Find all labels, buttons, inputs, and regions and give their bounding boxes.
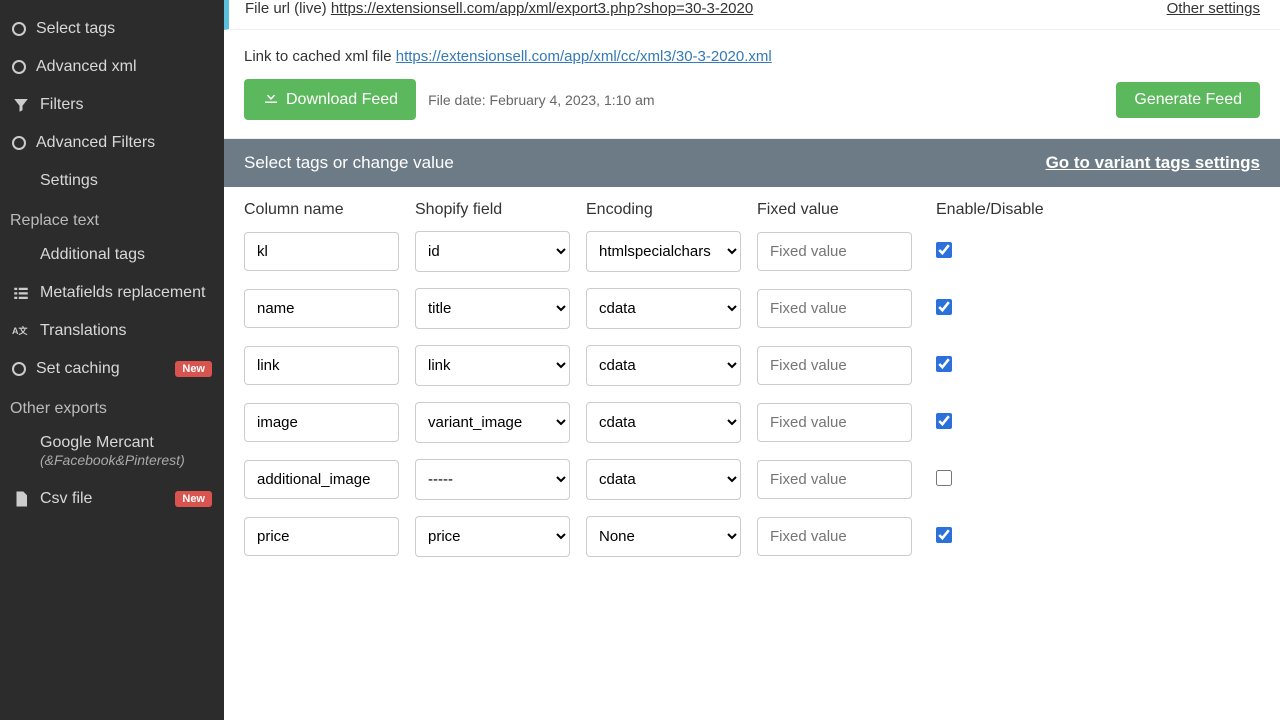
sidebar-item-label: Metafields replacement (40, 284, 205, 302)
fixed-value-input[interactable] (757, 232, 912, 271)
encoding-select[interactable]: cdata (586, 288, 741, 329)
sidebar-item-google-merchant[interactable]: Google Mercant (&Facebook&Pinterest) (0, 424, 224, 480)
svg-text:A文: A文 (12, 325, 28, 336)
col-header-fixed-value: Fixed value (757, 201, 912, 219)
column-name-input[interactable] (244, 346, 399, 385)
file-icon (12, 490, 30, 508)
actions-row: Download Feed File date: February 4, 202… (244, 79, 1260, 120)
table-head-row: Column name Shopify field Encoding Fixed… (244, 201, 1260, 219)
download-label: Download Feed (286, 91, 398, 109)
download-feed-button[interactable]: Download Feed (244, 79, 416, 120)
shopify-field-select[interactable]: id (415, 231, 570, 272)
sidebar-item-label: Filters (40, 96, 84, 114)
shopify-field-select[interactable]: title (415, 288, 570, 329)
sidebar-item-csv-file[interactable]: Csv file New (0, 480, 224, 518)
enable-checkbox[interactable] (936, 356, 952, 372)
table-row: title cdata (244, 288, 1260, 329)
encoding-select[interactable]: cdata (586, 402, 741, 443)
blank-icon (12, 434, 30, 452)
encoding-select[interactable]: cdata (586, 345, 741, 386)
col-header-encoding: Encoding (586, 201, 741, 219)
sidebar-item-translations[interactable]: A文 Translations (0, 312, 224, 350)
enable-checkbox[interactable] (936, 413, 952, 429)
enable-checkbox[interactable] (936, 242, 952, 258)
cached-section: Link to cached xml file https://extensio… (224, 30, 1280, 139)
sidebar-item-select-tags[interactable]: Select tags (0, 10, 224, 48)
sidebar-item-additional-tags[interactable]: Additional tags (0, 236, 224, 274)
file-url-link[interactable]: https://extensionsell.com/app/xml/export… (331, 0, 753, 17)
col-header-shopify-field: Shopify field (415, 201, 570, 219)
table-row: ----- cdata (244, 459, 1260, 500)
sidebar-item-label: Csv file (40, 490, 92, 508)
enable-checkbox[interactable] (936, 470, 952, 486)
fixed-value-input[interactable] (757, 460, 912, 499)
sidebar-item-advanced-xml[interactable]: Advanced xml (0, 48, 224, 86)
column-name-input[interactable] (244, 289, 399, 328)
filter-icon (12, 96, 30, 114)
new-badge: New (175, 361, 212, 377)
column-name-input[interactable] (244, 517, 399, 556)
sidebar-item-label: Additional tags (40, 246, 145, 264)
fixed-value-input[interactable] (757, 517, 912, 556)
shopify-field-select[interactable]: ----- (415, 459, 570, 500)
column-name-input[interactable] (244, 460, 399, 499)
table-row: id htmlspecialchars (244, 231, 1260, 272)
sidebar-item-label: Set caching (36, 360, 120, 378)
encoding-select[interactable]: cdata (586, 459, 741, 500)
column-name-input[interactable] (244, 232, 399, 271)
sidebar-item-label: Select tags (36, 20, 115, 38)
generate-feed-button[interactable]: Generate Feed (1116, 82, 1260, 118)
col-header-column-name: Column name (244, 201, 399, 219)
shopify-field-select[interactable]: price (415, 516, 570, 557)
sidebar-item-label: Google Mercant (&Facebook&Pinterest) (40, 434, 185, 470)
table-row: link cdata (244, 345, 1260, 386)
main-content: File url (live) https://extensionsell.co… (224, 0, 1280, 627)
column-name-input[interactable] (244, 403, 399, 442)
col-header-enable: Enable/Disable (928, 201, 1048, 219)
table-row: price None (244, 516, 1260, 557)
bullet-icon (12, 136, 26, 150)
fixed-value-input[interactable] (757, 346, 912, 385)
fixed-value-input[interactable] (757, 403, 912, 442)
fixed-value-input[interactable] (757, 289, 912, 328)
sidebar: Select tags Advanced xml Filters Advance… (0, 0, 224, 720)
blank-icon (12, 172, 30, 190)
language-icon: A文 (12, 322, 30, 340)
bullet-icon (12, 22, 26, 36)
other-settings-link[interactable]: Other settings (1167, 0, 1260, 17)
sidebar-section-other: Other exports (0, 388, 224, 424)
sidebar-item-label: Settings (40, 172, 98, 190)
sidebar-section-replace: Replace text (0, 200, 224, 236)
sidebar-item-advanced-filters[interactable]: Advanced Filters (0, 124, 224, 162)
cached-url-link[interactable]: https://extensionsell.com/app/xml/cc/xml… (396, 48, 772, 65)
encoding-select[interactable]: htmlspecialchars (586, 231, 741, 272)
sidebar-item-set-caching[interactable]: Set caching New (0, 350, 224, 388)
sidebar-item-settings[interactable]: Settings (0, 162, 224, 200)
table-row: variant_image cdata (244, 402, 1260, 443)
new-badge: New (175, 491, 212, 507)
sidebar-item-metafields[interactable]: Metafields replacement (0, 274, 224, 312)
bullet-icon (12, 362, 26, 376)
enable-checkbox[interactable] (936, 299, 952, 315)
bullet-icon (12, 60, 26, 74)
blank-icon (12, 246, 30, 264)
file-date: File date: February 4, 2023, 1:10 am (428, 92, 654, 108)
encoding-select[interactable]: None (586, 516, 741, 557)
table-title: Select tags or change value (244, 153, 454, 173)
cached-text: Link to cached xml file https://extensio… (244, 48, 1260, 65)
sidebar-item-label: Translations (40, 322, 127, 340)
sidebar-item-label: Advanced Filters (36, 134, 155, 152)
download-icon (262, 88, 280, 111)
file-url-text: File url (live) https://extensionsell.co… (245, 0, 753, 17)
shopify-field-select[interactable]: link (415, 345, 570, 386)
file-url-bar: File url (live) https://extensionsell.co… (224, 0, 1280, 30)
go-variant-settings-link[interactable]: Go to variant tags settings (1046, 153, 1260, 173)
sidebar-item-label: Advanced xml (36, 58, 137, 76)
table-area: Column name Shopify field Encoding Fixed… (224, 187, 1280, 587)
table-header: Select tags or change value Go to varian… (224, 139, 1280, 187)
enable-checkbox[interactable] (936, 527, 952, 543)
list-icon (12, 284, 30, 302)
shopify-field-select[interactable]: variant_image (415, 402, 570, 443)
sidebar-item-filters[interactable]: Filters (0, 86, 224, 124)
